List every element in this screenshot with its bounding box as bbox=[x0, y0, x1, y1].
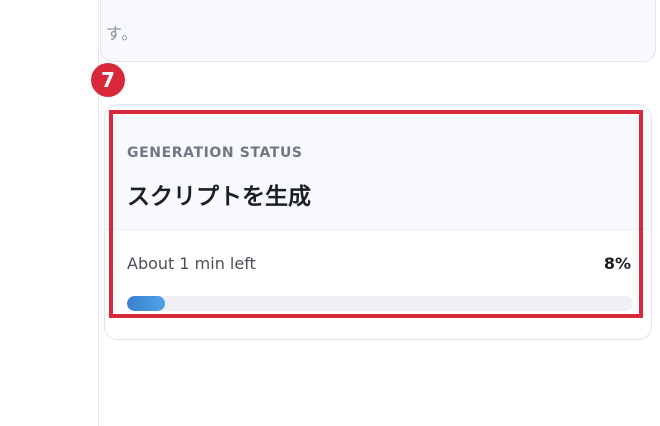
previous-step-text-line: す。 bbox=[106, 24, 139, 43]
progress-bar-track bbox=[127, 296, 633, 311]
progress-bar-fill bbox=[127, 296, 166, 311]
generation-status-header: GENERATION STATUS スクリプトを生成 bbox=[105, 105, 651, 230]
previous-step-text: す。 bbox=[106, 20, 536, 48]
generation-status-card: GENERATION STATUS スクリプトを生成 About 1 min l… bbox=[104, 104, 652, 340]
sidebar-divider bbox=[98, 0, 99, 426]
annotation-step-badge: 7 bbox=[91, 63, 125, 97]
time-remaining-label: About 1 min left bbox=[127, 254, 256, 273]
generation-status-title: スクリプトを生成 bbox=[127, 184, 311, 210]
progress-percent: 8% bbox=[603, 254, 631, 273]
generation-status-eyebrow: GENERATION STATUS bbox=[127, 145, 303, 161]
